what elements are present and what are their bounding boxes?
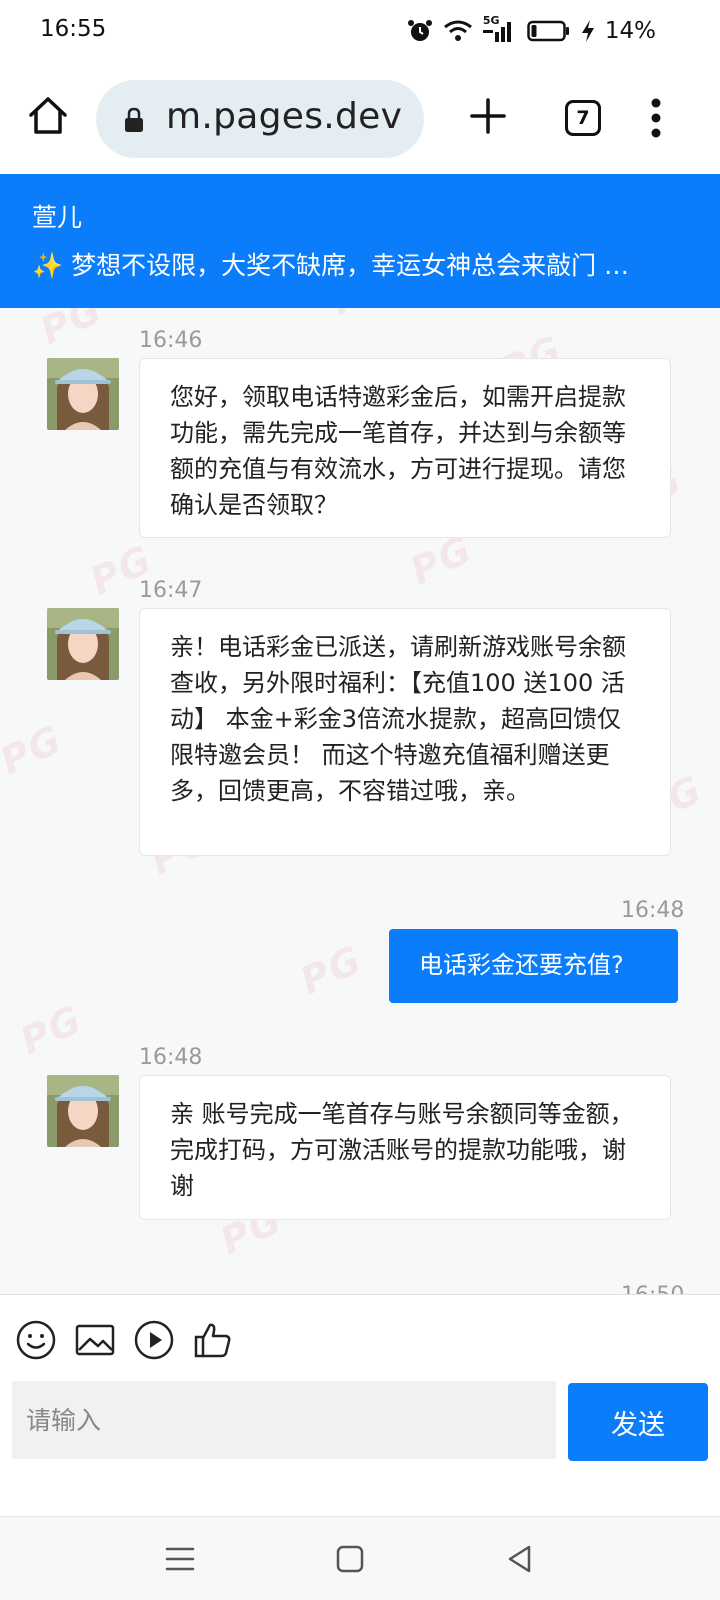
- message-timestamp: 16:47: [139, 578, 203, 603]
- home-icon[interactable]: [26, 94, 70, 138]
- browser-toolbar: m.pages.dev 7: [0, 62, 720, 174]
- message-input[interactable]: [12, 1381, 556, 1459]
- menu-icon[interactable]: [162, 1541, 198, 1577]
- home-square-icon[interactable]: [332, 1541, 368, 1577]
- watermark: PG: [324, 308, 400, 323]
- cellular-signal-icon: 5G: [482, 14, 517, 44]
- battery-icon: [527, 20, 569, 42]
- incoming-message-bubble: 您好，领取电话特邀彩金后，如需开启提款功能，需先完成一笔首存，并达到与余额等额的…: [139, 358, 671, 538]
- send-button[interactable]: 发送: [568, 1383, 708, 1461]
- status-time: 16:55: [40, 16, 107, 42]
- agent-avatar: [47, 358, 119, 430]
- emoji-icon[interactable]: [15, 1319, 57, 1361]
- address-bar[interactable]: m.pages.dev: [96, 80, 424, 158]
- status-icons: 5G 14%: [407, 14, 656, 48]
- thumbs-up-icon[interactable]: [192, 1319, 234, 1361]
- agent-motto: ✨ 梦想不设限，大奖不缺席，幸运女神总会来敲门 …: [32, 251, 630, 280]
- image-icon[interactable]: [74, 1319, 116, 1361]
- system-nav-bar: [0, 1516, 720, 1600]
- status-bar: 16:55 5G 14%: [0, 0, 720, 62]
- back-icon[interactable]: [502, 1541, 538, 1577]
- watermark: PG: [0, 716, 70, 784]
- wifi-icon: [443, 20, 472, 41]
- composer: 发送: [0, 1294, 720, 1516]
- url-text: m.pages.dev: [166, 96, 403, 137]
- message-timestamp: 16:46: [139, 328, 203, 353]
- new-tab-icon[interactable]: [468, 96, 508, 136]
- incoming-message-bubble: 亲！电话彩金已派送，请刷新游戏账号余额查收，另外限时福利：【充值100 送100…: [139, 608, 671, 856]
- message-timestamp: 16:48: [621, 898, 685, 923]
- message-timestamp: 16:50: [621, 1283, 684, 1294]
- alarm-icon: [407, 20, 432, 41]
- agent-avatar: [47, 1075, 119, 1147]
- chat-header: 萱儿 ✨ 梦想不设限，大奖不缺席，幸运女神总会来敲门 …: [0, 174, 720, 308]
- more-vert-icon[interactable]: [651, 98, 661, 138]
- agent-name: 萱儿: [32, 203, 83, 232]
- watermark: PG: [33, 308, 110, 354]
- tab-switcher-button[interactable]: 7: [565, 100, 601, 136]
- battery-percent: 14%: [604, 18, 656, 44]
- message-timestamp: 16:48: [139, 1045, 203, 1070]
- incoming-message-bubble: 亲 账号完成一笔首存与账号余额同等金额，完成打码，方可激活账号的提款功能哦，谢谢: [139, 1075, 671, 1220]
- video-icon[interactable]: [133, 1319, 175, 1361]
- charging-icon: [581, 20, 594, 42]
- agent-avatar: [47, 608, 119, 680]
- message-list[interactable]: PG PG PG PG PG PG PG PG PG PG PG PG PG P…: [0, 308, 720, 1294]
- lock-icon: [125, 107, 143, 132]
- outgoing-message-bubble: 电话彩金还要充值?: [389, 929, 678, 1003]
- watermark: PG: [13, 996, 90, 1064]
- watermark: PG: [293, 936, 370, 1004]
